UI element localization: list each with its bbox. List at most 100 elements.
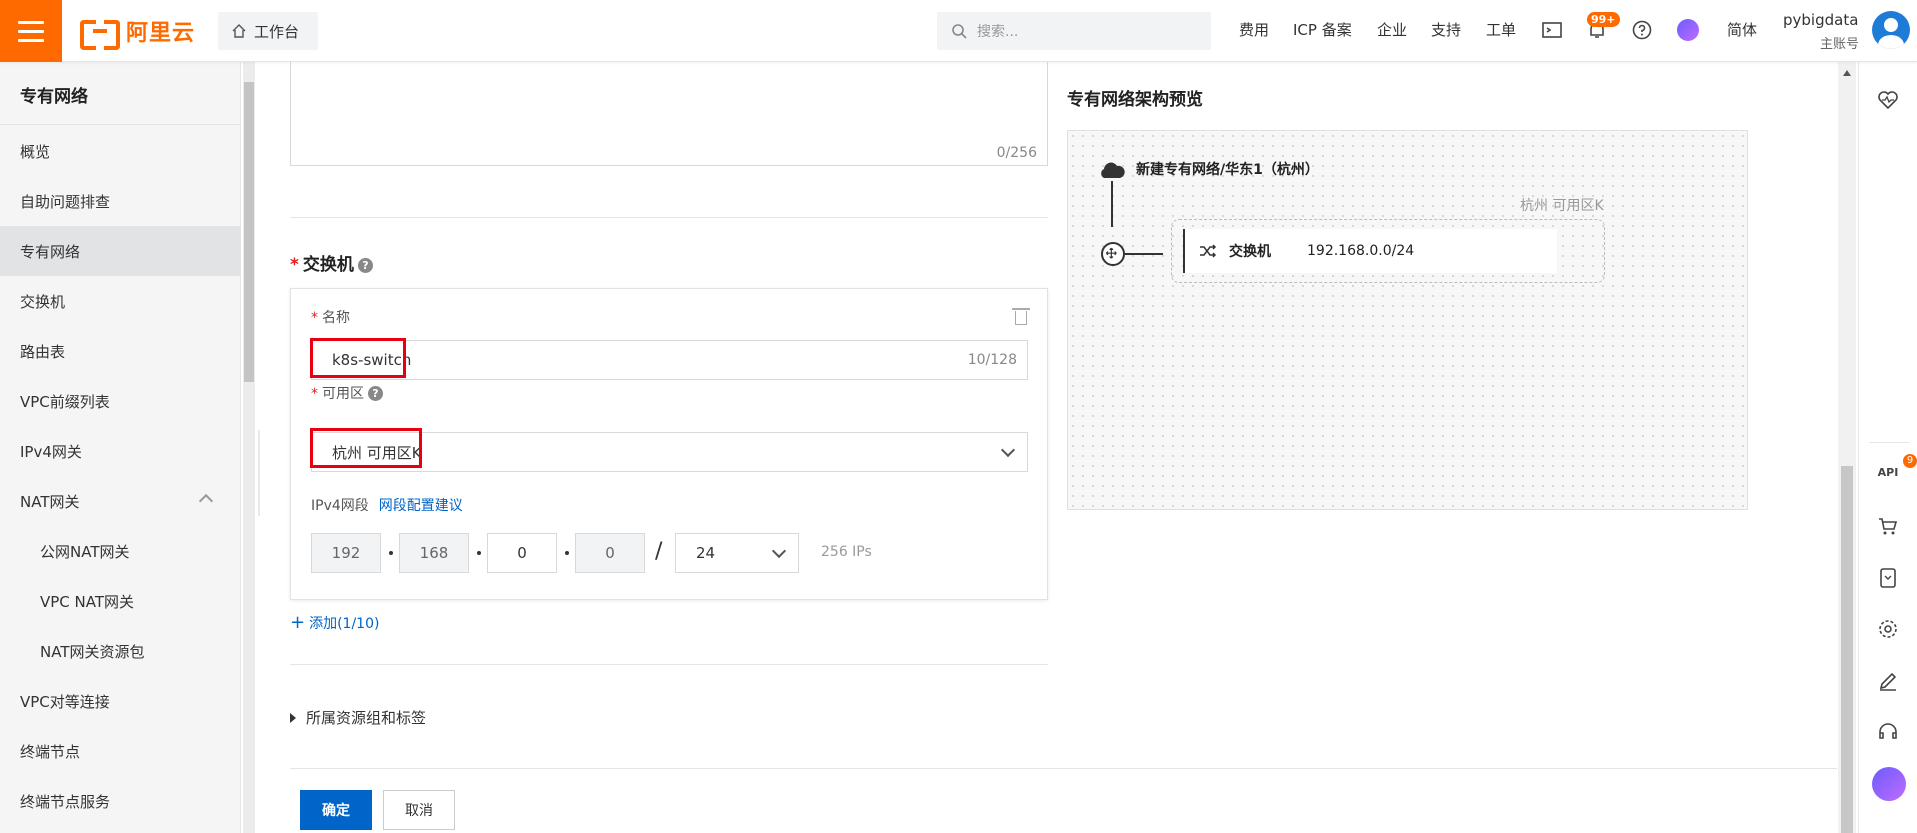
sidebar-item-prefix-list[interactable]: VPC前缀列表 bbox=[0, 376, 241, 426]
workbench-button[interactable]: 工作台 bbox=[218, 12, 318, 50]
edit-icon[interactable] bbox=[1876, 669, 1900, 693]
workbench-label: 工作台 bbox=[254, 22, 300, 41]
connector-line bbox=[1111, 181, 1113, 227]
sidebar-item-ipv4-gateway[interactable]: IPv4网关 bbox=[0, 426, 241, 476]
add-vswitch-button[interactable]: + 添加(1/10) bbox=[290, 612, 379, 633]
architecture-preview: 新建专有网络/华东1（杭州） 杭州 可用区K 交换机 192.168.0.0/2… bbox=[1067, 130, 1748, 510]
vswitch-section-label: 交换机 bbox=[302, 255, 354, 275]
sidebar-item-vpc-peering[interactable]: VPC对等连接 bbox=[0, 676, 241, 726]
home-icon bbox=[232, 24, 246, 38]
sidebar-item-public-nat[interactable]: 公网NAT网关 bbox=[0, 526, 241, 576]
resource-group-toggle[interactable]: 所属资源组和标签 bbox=[290, 707, 426, 728]
sidebar-item-overview[interactable]: 概览 bbox=[0, 126, 241, 176]
ipv4-label: IPv4网段 网段配置建议 bbox=[311, 498, 463, 514]
trash-icon[interactable] bbox=[1012, 308, 1030, 325]
description-textarea[interactable]: 0/256 bbox=[290, 62, 1048, 166]
sidebar-item-troubleshoot[interactable]: 自助问题排查 bbox=[0, 176, 241, 226]
router-icon bbox=[1101, 242, 1125, 266]
hamburger-menu-icon[interactable] bbox=[0, 0, 62, 62]
sidebar-divider bbox=[0, 124, 241, 125]
sidebar-item-route-table[interactable]: 路由表 bbox=[0, 326, 241, 376]
sidebar-item-endpoint-service[interactable]: 终端节点服务 bbox=[0, 776, 241, 826]
name-label: * 名称 bbox=[311, 310, 350, 326]
preview-vswitch-label: 交换机 bbox=[1229, 244, 1271, 260]
user-name[interactable]: pybigdata bbox=[1783, 11, 1858, 29]
help-icon[interactable] bbox=[1631, 19, 1653, 41]
headset-icon[interactable] bbox=[1876, 720, 1900, 744]
aliyun-logo[interactable]: 阿里云 bbox=[80, 15, 196, 50]
divider bbox=[290, 664, 1048, 665]
rail-divider bbox=[1869, 442, 1909, 443]
api-icon[interactable]: API bbox=[1876, 460, 1900, 484]
sidebar-item-vswitch[interactable]: 交换机 bbox=[0, 276, 241, 326]
api-badge: 9 bbox=[1903, 454, 1917, 468]
gear-icon[interactable] bbox=[1876, 617, 1900, 641]
chevron-up-icon bbox=[198, 493, 214, 509]
nav-enterprise[interactable]: 企业 bbox=[1377, 19, 1407, 40]
preview-vpc-name: 新建专有网络/华东1（杭州） bbox=[1136, 162, 1319, 178]
shuffle-icon bbox=[1200, 244, 1217, 258]
preview-vswitch-cidr: 192.168.0.0/24 bbox=[1307, 243, 1415, 259]
preview-vswitch-node[interactable]: 交换机 192.168.0.0/24 bbox=[1183, 229, 1557, 273]
nav-support[interactable]: 支持 bbox=[1431, 19, 1461, 40]
nav-billing[interactable]: 费用 bbox=[1239, 19, 1269, 40]
help-icon[interactable]: ? bbox=[357, 258, 373, 273]
mask-select[interactable]: 24 bbox=[675, 533, 799, 573]
required-mark: * bbox=[290, 255, 299, 275]
search-placeholder: 搜索... bbox=[977, 24, 1019, 40]
user-role: 主账号 bbox=[1820, 37, 1860, 52]
sidebar-item-nat-gateway[interactable]: NAT网关 bbox=[0, 476, 241, 526]
avatar[interactable] bbox=[1872, 11, 1910, 49]
main-scroll-thumb[interactable] bbox=[1841, 466, 1853, 833]
preview-title: 专有网络架构预览 bbox=[1067, 90, 1203, 110]
nav-icp[interactable]: ICP 备案 bbox=[1293, 19, 1352, 40]
sidebar-item-endpoint[interactable]: 终端节点 bbox=[0, 726, 241, 776]
help-icon[interactable]: ? bbox=[368, 386, 383, 401]
highlight-zone bbox=[310, 428, 422, 468]
aliyun-logo-icon bbox=[80, 20, 120, 50]
sidebar-item-label: NAT网关 bbox=[20, 492, 80, 511]
connector-line bbox=[1125, 253, 1163, 255]
sidebar-title: 专有网络 bbox=[20, 87, 88, 107]
health-heart-icon[interactable] bbox=[1876, 88, 1900, 112]
right-toolbar: API 9 bbox=[1858, 62, 1917, 833]
chevron-down-icon bbox=[771, 543, 787, 559]
chevron-down-icon bbox=[1000, 442, 1016, 458]
cart-icon[interactable] bbox=[1876, 514, 1900, 538]
preview-zone-label: 杭州 可用区K bbox=[1520, 198, 1604, 214]
logo-text: 阿里云 bbox=[126, 21, 196, 46]
divider bbox=[290, 768, 1837, 769]
ip-octet-4: 0 bbox=[575, 533, 645, 573]
sidebar-item-vpc-nat[interactable]: VPC NAT网关 bbox=[0, 576, 241, 626]
ip-octet-1: 192 bbox=[311, 533, 381, 573]
nav-ticket[interactable]: 工单 bbox=[1486, 19, 1516, 40]
ip-dot bbox=[477, 551, 481, 555]
ip-octet-3[interactable]: 0 bbox=[487, 533, 557, 573]
terminal-icon[interactable] bbox=[1541, 19, 1563, 41]
sidebar-scrollbar[interactable] bbox=[243, 62, 255, 833]
cancel-button[interactable]: 取消 bbox=[383, 790, 455, 830]
notification-badge: 99+ bbox=[1587, 12, 1620, 27]
cidr-suggestion-link[interactable]: 网段配置建议 bbox=[379, 498, 463, 514]
ai-assistant-icon[interactable] bbox=[1677, 19, 1699, 41]
sidebar: 专有网络 概览 自助问题排查 专有网络 交换机 路由表 VPC前缀列表 IPv4… bbox=[0, 62, 241, 833]
top-bar: 阿里云 工作台 搜索... 费用 ICP 备案 企业 支持 工单 99+ 简体 … bbox=[0, 0, 1917, 62]
mask-value: 24 bbox=[696, 544, 716, 562]
caret-right-icon bbox=[290, 713, 296, 723]
divider bbox=[290, 217, 1048, 218]
sidebar-item-nat-package[interactable]: NAT网关资源包 bbox=[0, 626, 241, 676]
language-switch[interactable]: 简体 bbox=[1727, 19, 1757, 40]
confirm-button[interactable]: 确定 bbox=[300, 790, 372, 830]
sidebar-scroll-thumb[interactable] bbox=[244, 82, 254, 382]
search-input[interactable]: 搜索... bbox=[937, 12, 1211, 50]
ip-dot bbox=[565, 551, 569, 555]
ip-count: 256 IPs bbox=[821, 544, 872, 560]
document-icon[interactable] bbox=[1876, 566, 1900, 590]
mask-slash: / bbox=[655, 539, 663, 564]
name-input[interactable]: k8s-switch 10/128 bbox=[311, 340, 1028, 380]
sidebar-item-vpc[interactable]: 专有网络 bbox=[0, 226, 241, 276]
zone-label: * 可用区? bbox=[311, 383, 383, 403]
main-scrollbar[interactable] bbox=[1838, 62, 1856, 833]
ai-assistant-icon[interactable] bbox=[1872, 767, 1906, 801]
description-char-count: 0/256 bbox=[996, 145, 1037, 161]
